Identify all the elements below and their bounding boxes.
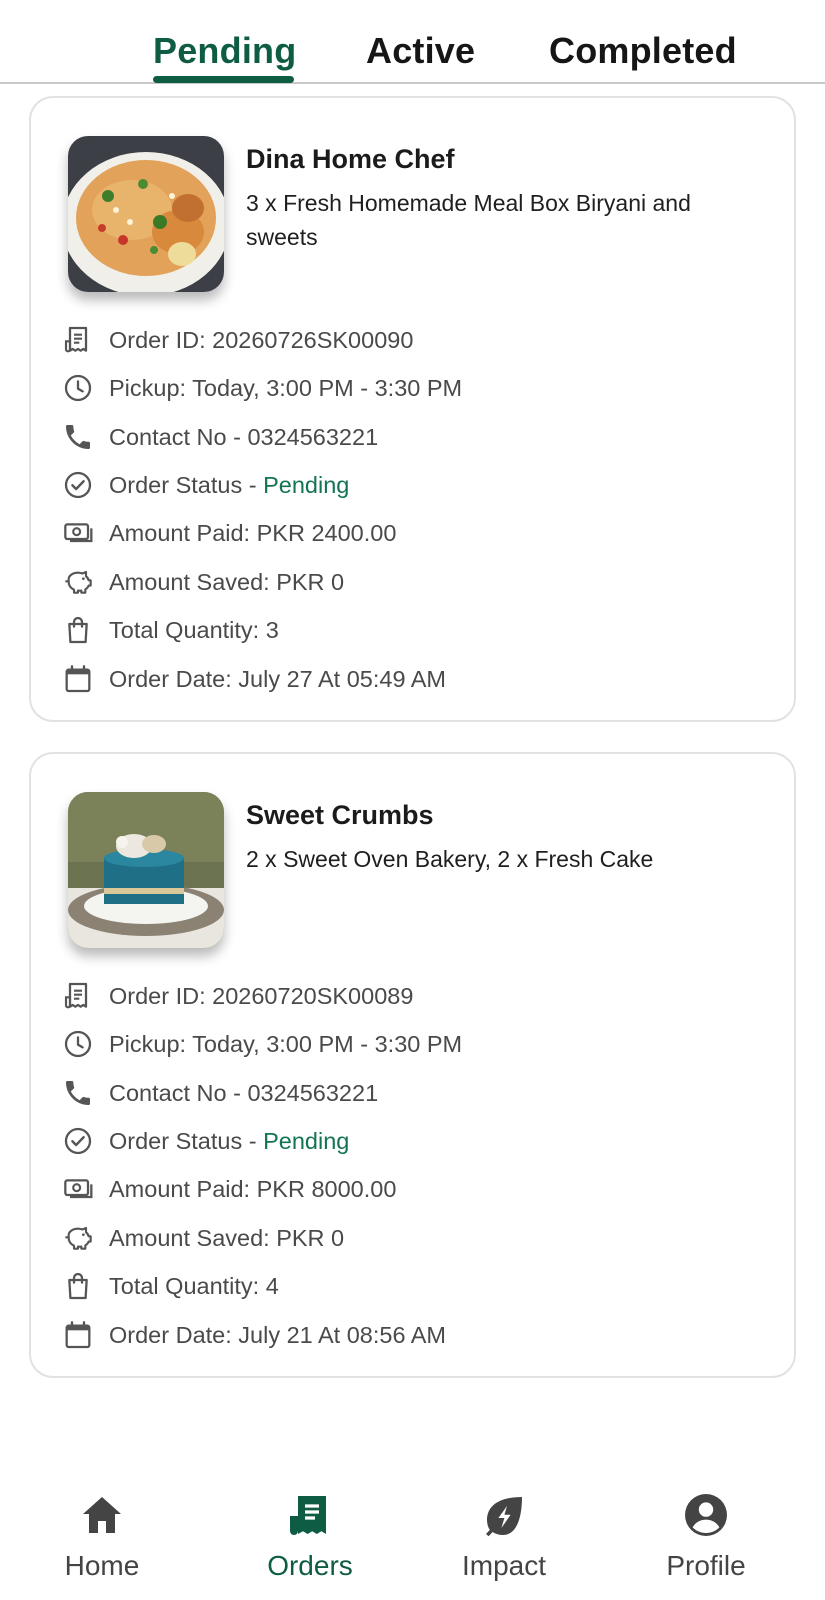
contact-number: Contact No - 0324563221: [109, 1079, 379, 1106]
amount-saved-row: Amount Saved: PKR 0: [61, 1218, 344, 1258]
total-quantity-row: Total Quantity: 3: [61, 610, 279, 650]
phone-icon: [61, 420, 95, 454]
bottom-navigation: Home Orders Impact Profile: [0, 1468, 825, 1600]
nav-profile-label: Profile: [666, 1550, 746, 1581]
status-row: Order Status - Pending: [61, 465, 349, 505]
nav-orders[interactable]: Orders: [230, 1490, 390, 1582]
status-value: Pending: [263, 471, 350, 498]
pickup-time: Pickup: Today, 3:00 PM - 3:30 PM: [109, 374, 463, 401]
piggy-bank-icon: [61, 565, 95, 599]
active-tab-indicator: [153, 76, 294, 83]
clock-icon: [61, 371, 95, 405]
order-items: 2 x Sweet Oven Bakery, 2 x Fresh Cake: [246, 846, 654, 872]
receipt-icon: [61, 979, 95, 1013]
impact-leaf-icon: [424, 1490, 584, 1540]
order-id: Order ID: 20260726SK00090: [109, 326, 414, 353]
orders-receipt-icon: [230, 1490, 390, 1540]
profile-icon: [626, 1490, 786, 1540]
amount-saved-row: Amount Saved: PKR 0: [61, 562, 344, 602]
total-quantity: Total Quantity: 4: [109, 1272, 279, 1299]
order-date: Order Date: July 21 At 08:56 AM: [109, 1321, 447, 1348]
shopping-bag-icon: [61, 613, 95, 647]
total-quantity: Total Quantity: 3: [109, 616, 279, 643]
order-id: Order ID: 20260720SK00089: [109, 982, 414, 1009]
tab-active[interactable]: Active: [366, 30, 475, 72]
vendor-name: Dina Home Chef: [246, 144, 455, 174]
status-label: Order Status -: [109, 471, 264, 498]
amount-paid-row: Amount Paid: PKR 8000.00: [61, 1169, 396, 1209]
nav-impact[interactable]: Impact: [424, 1490, 584, 1582]
pickup-row: Pickup: Today, 3:00 PM - 3:30 PM: [61, 368, 462, 408]
amount-paid: Amount Paid: PKR 2400.00: [109, 519, 397, 546]
amount-saved: Amount Saved: PKR 0: [109, 1224, 345, 1251]
piggy-bank-icon: [61, 1221, 95, 1255]
order-date-row: Order Date: July 27 At 05:49 AM: [61, 659, 446, 699]
order-date-row: Order Date: July 21 At 08:56 AM: [61, 1315, 446, 1355]
tab-pending[interactable]: Pending: [153, 30, 296, 72]
clock-icon: [61, 1027, 95, 1061]
phone-icon: [61, 1076, 95, 1110]
pickup-row: Pickup: Today, 3:00 PM - 3:30 PM: [61, 1024, 462, 1064]
amount-saved: Amount Saved: PKR 0: [109, 568, 345, 595]
nav-profile[interactable]: Profile: [626, 1490, 786, 1582]
cash-icon: [61, 1172, 95, 1206]
contact-row: Contact No - 0324563221: [61, 417, 378, 457]
contact-number: Contact No - 0324563221: [109, 423, 379, 450]
total-quantity-row: Total Quantity: 4: [61, 1266, 279, 1306]
nav-orders-label: Orders: [267, 1550, 353, 1581]
amount-paid: Amount Paid: PKR 8000.00: [109, 1175, 397, 1202]
status-label: Order Status -: [109, 1127, 264, 1154]
order-card[interactable]: Sweet Crumbs 2 x Sweet Oven Bakery, 2 x …: [29, 752, 796, 1378]
tab-completed[interactable]: Completed: [549, 30, 737, 72]
shopping-bag-icon: [61, 1269, 95, 1303]
order-items: 3 x Fresh Homemade Meal Box Biryani and …: [246, 190, 691, 250]
calendar-icon: [61, 662, 95, 696]
nav-home-label: Home: [64, 1550, 140, 1581]
order-tabs: Pending Active Completed: [0, 0, 825, 84]
order-id-row: Order ID: 20260726SK00090: [61, 320, 413, 360]
cake-photo: [68, 792, 224, 948]
status-row: Order Status - Pending: [61, 1121, 349, 1161]
status-value: Pending: [263, 1127, 350, 1154]
receipt-icon: [61, 323, 95, 357]
pickup-time: Pickup: Today, 3:00 PM - 3:30 PM: [109, 1030, 463, 1057]
contact-row: Contact No - 0324563221: [61, 1073, 378, 1113]
order-id-row: Order ID: 20260720SK00089: [61, 976, 413, 1016]
cash-icon: [61, 516, 95, 550]
order-card[interactable]: Dina Home Chef 3 x Fresh Homemade Meal B…: [29, 96, 796, 722]
nav-home[interactable]: Home: [22, 1490, 182, 1582]
amount-paid-row: Amount Paid: PKR 2400.00: [61, 513, 396, 553]
order-date: Order Date: July 27 At 05:49 AM: [109, 665, 447, 692]
calendar-icon: [61, 1318, 95, 1352]
check-circle-icon: [61, 468, 95, 502]
home-icon: [22, 1490, 182, 1540]
biryani-photo: [68, 136, 224, 292]
nav-impact-label: Impact: [461, 1550, 547, 1581]
vendor-name: Sweet Crumbs: [246, 800, 434, 830]
check-circle-icon: [61, 1124, 95, 1158]
